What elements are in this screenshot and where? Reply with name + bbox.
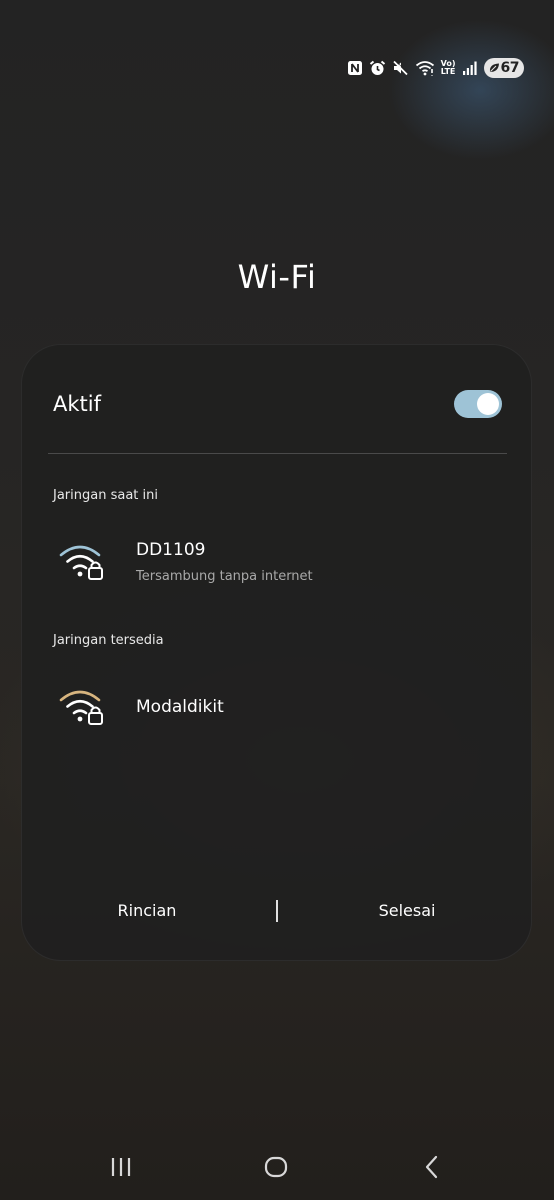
status-bar: Vo) LTE 67 <box>347 56 524 80</box>
navigation-bar <box>0 1144 554 1190</box>
lte-label: LTE <box>440 67 456 76</box>
signal-icon <box>462 60 478 76</box>
mute-icon <box>392 60 409 76</box>
wifi-toggle-switch[interactable] <box>454 390 502 418</box>
details-button[interactable]: Rincian <box>62 891 232 931</box>
wifi-lock-icon <box>58 539 108 583</box>
battery-indicator: 67 <box>483 58 524 78</box>
network-status: Tersambung tanpa internet <box>136 569 313 584</box>
toggle-knob <box>477 393 499 415</box>
done-button[interactable]: Selesai <box>322 891 492 931</box>
battery-level: 67 <box>500 60 520 76</box>
wifi-dialog: Aktif Jaringan saat ini DD1109 Tersambun… <box>21 344 532 961</box>
network-item-current[interactable]: DD1109 Tersambung tanpa internet <box>22 527 531 597</box>
dialog-footer: Rincian Selesai <box>22 891 531 931</box>
volte-icon: Vo) LTE <box>441 60 456 76</box>
network-item-available[interactable]: Modaldikit <box>22 672 531 742</box>
page-title: Wi-Fi <box>237 258 317 296</box>
leaf-icon <box>488 62 500 74</box>
recent-apps-icon[interactable] <box>105 1154 137 1180</box>
alarm-icon <box>369 60 386 76</box>
divider <box>48 453 507 454</box>
nfc-icon <box>347 60 363 76</box>
toggle-label: Aktif <box>53 392 101 416</box>
wifi-lock-icon <box>58 684 108 728</box>
wifi-icon <box>415 60 435 76</box>
network-name: DD1109 <box>136 540 206 560</box>
current-network-header: Jaringan saat ini <box>53 488 158 503</box>
back-icon[interactable] <box>416 1154 448 1180</box>
home-icon[interactable] <box>260 1154 292 1180</box>
network-name: Modaldikit <box>136 697 224 717</box>
footer-divider <box>276 900 278 922</box>
wifi-toggle-row[interactable]: Aktif <box>22 345 531 453</box>
available-networks-header: Jaringan tersedia <box>53 633 164 648</box>
